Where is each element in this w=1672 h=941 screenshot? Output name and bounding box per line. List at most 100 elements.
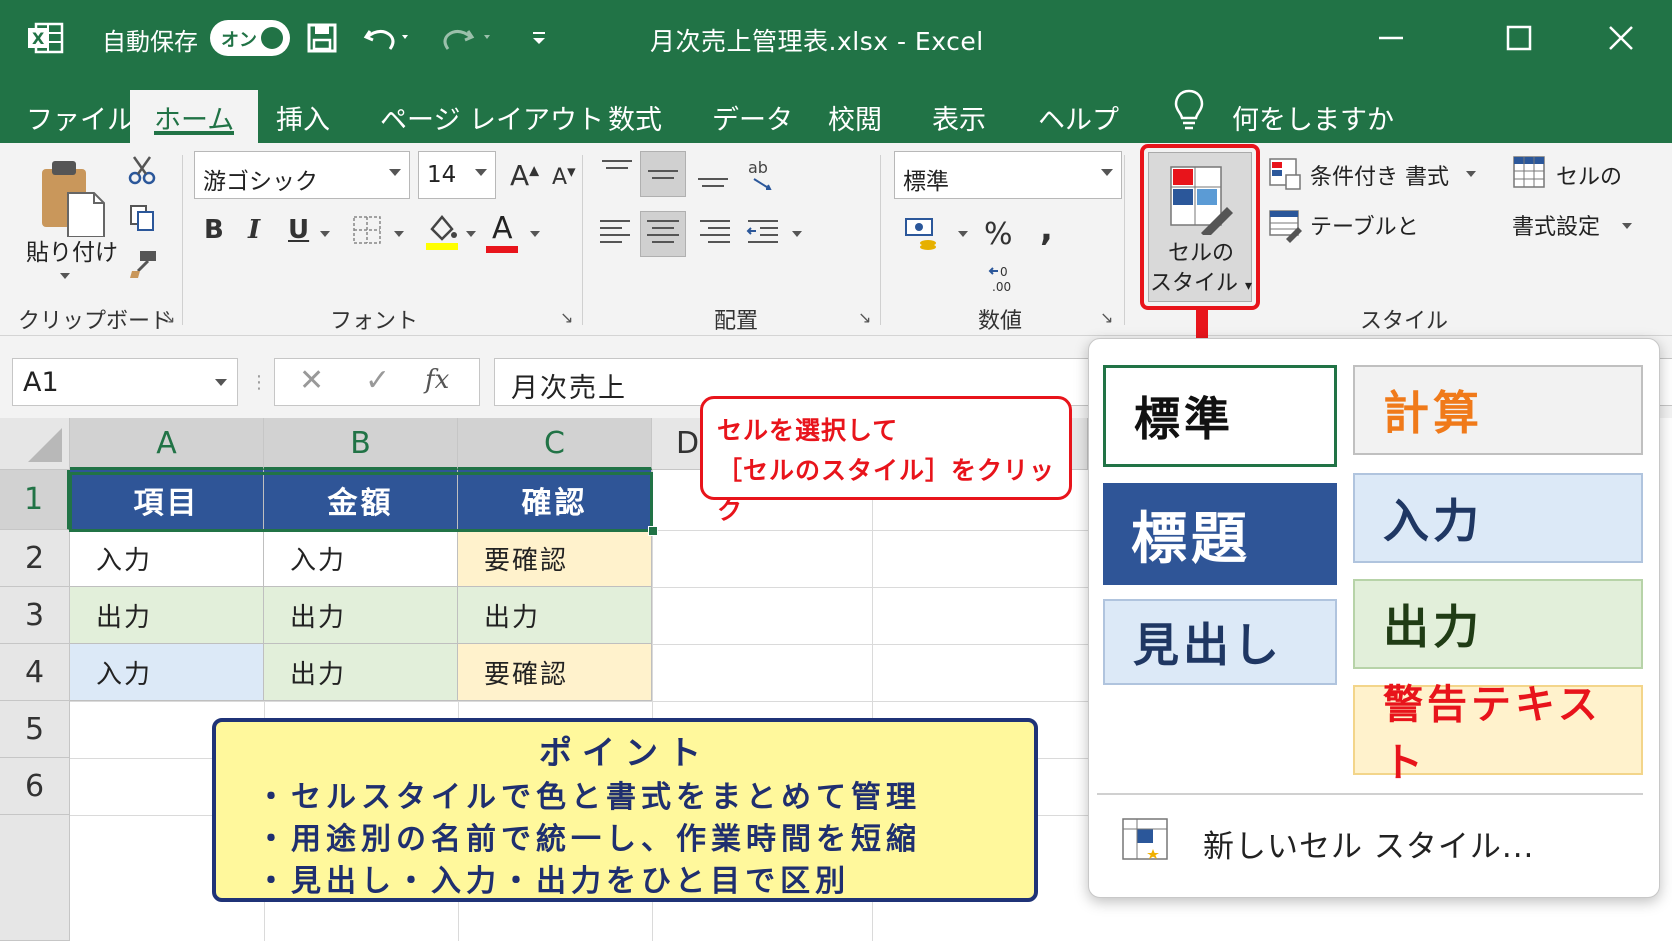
tab-file[interactable]: ファイル [26,90,134,143]
select-all-button[interactable] [0,418,70,470]
borders-dropdown-arrow[interactable] [394,231,404,237]
tab-view[interactable]: 表示 [932,90,986,143]
style-output[interactable]: 出力 [1353,579,1643,669]
align-top-button[interactable] [594,151,640,197]
tab-page-layout[interactable]: ページ レイアウト [380,90,604,143]
clipboard-launcher-icon[interactable]: ↘ [162,308,175,327]
column-header-a[interactable]: A [70,418,264,470]
save-button[interactable] [300,16,344,60]
tab-data[interactable]: データ [712,90,793,143]
cell-c2[interactable]: 要確認 [458,530,652,587]
borders-button[interactable] [352,215,382,249]
number-format-combo[interactable]: 標準 [894,151,1122,199]
cell-b3[interactable]: 出力 [264,587,458,644]
grow-font-button[interactable]: A▲ [510,159,539,192]
row-header-7[interactable] [0,815,70,941]
cancel-entry-icon[interactable]: ✕ [299,363,324,398]
new-cell-style-button[interactable]: 新しいセル スタイル... [1203,821,1534,866]
cell-a4[interactable]: 入力 [70,644,264,701]
style-standard[interactable]: 標準 [1103,365,1337,467]
format-as-table-icon [1268,209,1304,247]
tab-formulas[interactable]: 数式 [608,90,662,143]
style-calculation[interactable]: 計算 [1353,365,1643,455]
format-painter-button[interactable] [128,249,158,283]
cell-a3[interactable]: 出力 [70,587,264,644]
number-launcher-icon[interactable]: ↘ [1100,308,1113,327]
paste-icon [42,161,105,238]
cell-b2[interactable]: 入力 [264,530,458,587]
align-center-icon [647,220,679,243]
cut-button[interactable] [128,155,156,189]
autosave-toggle[interactable]: オン [210,20,290,56]
undo-button[interactable] [360,16,416,60]
copy-button[interactable] [128,203,156,237]
underline-button[interactable]: U [288,215,309,245]
font-color-dropdown-arrow[interactable] [530,231,540,237]
italic-button[interactable]: I [248,215,260,245]
tab-insert[interactable]: 挿入 [276,90,330,143]
fill-color-dropdown-arrow[interactable] [466,231,476,237]
align-left-button[interactable] [594,211,640,257]
underline-dropdown-arrow[interactable] [320,231,330,237]
align-center-button[interactable] [640,211,686,257]
accounting-format-button[interactable] [904,217,940,255]
decrease-decimal-button[interactable]: 0 .00 [986,261,1020,299]
style-input[interactable]: 入力 [1353,473,1643,563]
redo-button[interactable] [440,16,500,60]
row-header-4[interactable]: 4 [0,644,70,701]
font-launcher-icon[interactable]: ↘ [560,308,573,327]
style-heading[interactable]: 見出し [1103,599,1337,685]
bold-button[interactable]: B [204,215,224,245]
format-cells-label-1[interactable]: セルの [1556,159,1622,191]
maximize-button[interactable] [1494,14,1544,62]
column-header-c[interactable]: C [458,418,652,470]
style-warning-text[interactable]: 警告テキスト [1353,682,1643,786]
style-title[interactable]: 標題 [1103,483,1337,585]
fill-handle[interactable] [648,526,658,536]
paste-dropdown-arrow[interactable] [60,273,70,279]
format-as-table-button[interactable]: テーブルと [1310,209,1419,241]
paste-button[interactable] [38,157,108,241]
row-header-5[interactable]: 5 [0,701,70,758]
row-header-2[interactable]: 2 [0,530,70,587]
cell-c3[interactable]: 出力 [458,587,652,644]
conditional-format-dropdown-arrow[interactable] [1466,171,1476,177]
comma-style-button[interactable]: , [1040,209,1053,249]
fill-color-button[interactable] [424,211,460,255]
row-header-1[interactable]: 1 [0,470,70,530]
cell-b4[interactable]: 出力 [264,644,458,701]
format-cells-label-2[interactable]: 書式設定 [1512,209,1600,241]
tab-home[interactable]: ホーム [130,90,259,143]
close-button[interactable] [1596,14,1646,62]
indent-button[interactable] [740,211,786,257]
percent-style-button[interactable]: % [984,217,1013,252]
orientation-button[interactable]: ab [740,151,786,197]
customize-qat-button[interactable] [524,16,554,60]
align-middle-button[interactable] [640,151,686,197]
paste-label: 貼り付け [26,240,118,266]
confirm-entry-icon[interactable]: ✓ [365,363,390,398]
accounting-dropdown-arrow[interactable] [958,231,968,237]
merge-dropdown-arrow[interactable] [792,231,802,237]
font-color-button[interactable]: A [486,211,518,253]
font-size-combo[interactable]: 14 [418,151,496,199]
conditional-format-button[interactable]: 条件付き 書式 [1310,159,1449,191]
row-header-6[interactable]: 6 [0,758,70,815]
format-cells-dropdown-arrow[interactable] [1622,223,1632,229]
align-bottom-button[interactable] [690,151,736,197]
cell-c4[interactable]: 要確認 [458,644,652,701]
tell-me-search[interactable]: 何をしますか [1232,90,1394,143]
point-item-2: ・用途別の名前で統一し、作業時間を短縮 [256,822,921,857]
minimize-button[interactable] [1366,14,1416,62]
font-name-combo[interactable]: 游ゴシック [194,151,410,199]
cell-a2[interactable]: 入力 [70,530,264,587]
tab-review[interactable]: 校閲 [828,90,882,143]
name-box[interactable]: A1 [12,358,238,406]
insert-function-icon[interactable]: fx [425,365,449,395]
shrink-font-button[interactable]: A▼ [552,165,576,190]
column-header-b[interactable]: B [264,418,458,470]
alignment-launcher-icon[interactable]: ↘ [858,308,871,327]
row-header-3[interactable]: 3 [0,587,70,644]
align-right-button[interactable] [690,211,736,257]
tab-help[interactable]: ヘルプ [1038,90,1119,143]
